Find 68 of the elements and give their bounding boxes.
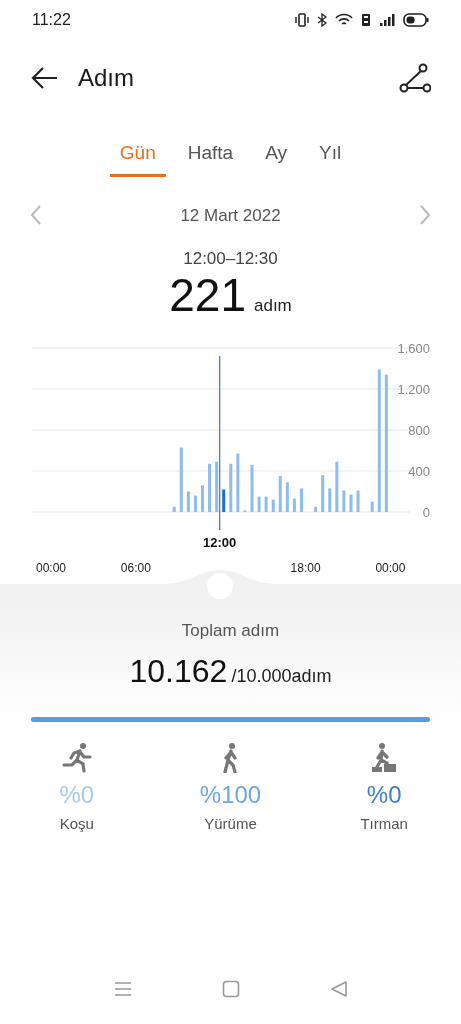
running-person-icon [60, 742, 93, 773]
chart-bar [172, 506, 176, 512]
activity-percent: %0 [59, 780, 95, 810]
next-icon[interactable] [419, 205, 431, 226]
vibrate-icon [295, 13, 309, 27]
chart-bar [236, 453, 240, 512]
period-tab[interactable]: Yıl [309, 133, 352, 177]
chart-bar [186, 491, 190, 512]
signal-icon [379, 13, 395, 27]
period-tab[interactable]: Hafta [177, 133, 244, 177]
chart-bar [356, 490, 360, 512]
previous-icon[interactable] [30, 205, 42, 226]
chart-bar [179, 446, 183, 512]
chart-bar [328, 487, 332, 512]
chart-bar [222, 488, 226, 512]
chart-bar [208, 463, 212, 512]
bluetooth-icon [317, 13, 327, 27]
axis-label: 00:00 [375, 560, 406, 575]
page-title: Adım [78, 62, 134, 93]
step-unit: adım [253, 296, 292, 314]
activity-label: Tırman [360, 814, 408, 834]
axis-label: 06:00 [120, 560, 151, 575]
activity-percent: %0 [366, 780, 402, 810]
status-time: 11:22 [32, 10, 71, 30]
activity-label: Yürüme [204, 814, 257, 834]
chart-bar [201, 484, 204, 512]
activity-label: Koşu [59, 814, 94, 834]
axis-label: 1.600 [397, 340, 430, 356]
route-icon[interactable] [399, 62, 431, 93]
activity-percent: %100 [199, 780, 262, 810]
chart-bar [314, 506, 318, 512]
chart-bar [215, 461, 219, 512]
axis-label: 18:00 [290, 560, 321, 575]
total-steps: 10.162 [129, 647, 228, 695]
chart-bar [193, 495, 197, 512]
chart-bar [349, 494, 353, 512]
chart-bar [257, 496, 261, 512]
chart-bar [271, 499, 275, 512]
axis-label: 800 [408, 422, 430, 438]
chart-bar [285, 481, 289, 512]
chart-bar [335, 461, 339, 512]
selected-time-label: 12:00 [203, 534, 237, 550]
date-label: 12 Mart 2022 [180, 204, 281, 227]
step-count: 221 [169, 271, 246, 318]
period-tab[interactable]: Ay [255, 133, 297, 177]
step-goal: /10.000adım [231, 665, 332, 688]
chart-bar [278, 475, 282, 512]
menu-icon[interactable] [113, 981, 132, 997]
back-icon[interactable] [30, 65, 58, 90]
wifi-icon [335, 13, 353, 27]
chart-bar [250, 464, 254, 512]
time-range: 12:00–12:30 [182, 248, 279, 270]
chart-bar [264, 496, 268, 512]
axis-label: 0 [422, 504, 430, 520]
volte-icon [361, 13, 371, 27]
axis-label: 00:00 [36, 560, 66, 575]
chart-bar [342, 490, 346, 512]
chart-bar [292, 498, 296, 512]
battery-icon [403, 13, 429, 27]
home-icon[interactable] [221, 980, 240, 998]
total-label: Toplam adım [180, 619, 281, 642]
chart-bar [370, 501, 374, 512]
chart-bar [300, 487, 303, 512]
chart-bar [321, 474, 325, 512]
chart-bar [229, 463, 233, 512]
axis-label: 400 [408, 463, 430, 479]
back-nav-icon[interactable] [329, 980, 348, 998]
axis-label: 1.200 [397, 381, 430, 397]
